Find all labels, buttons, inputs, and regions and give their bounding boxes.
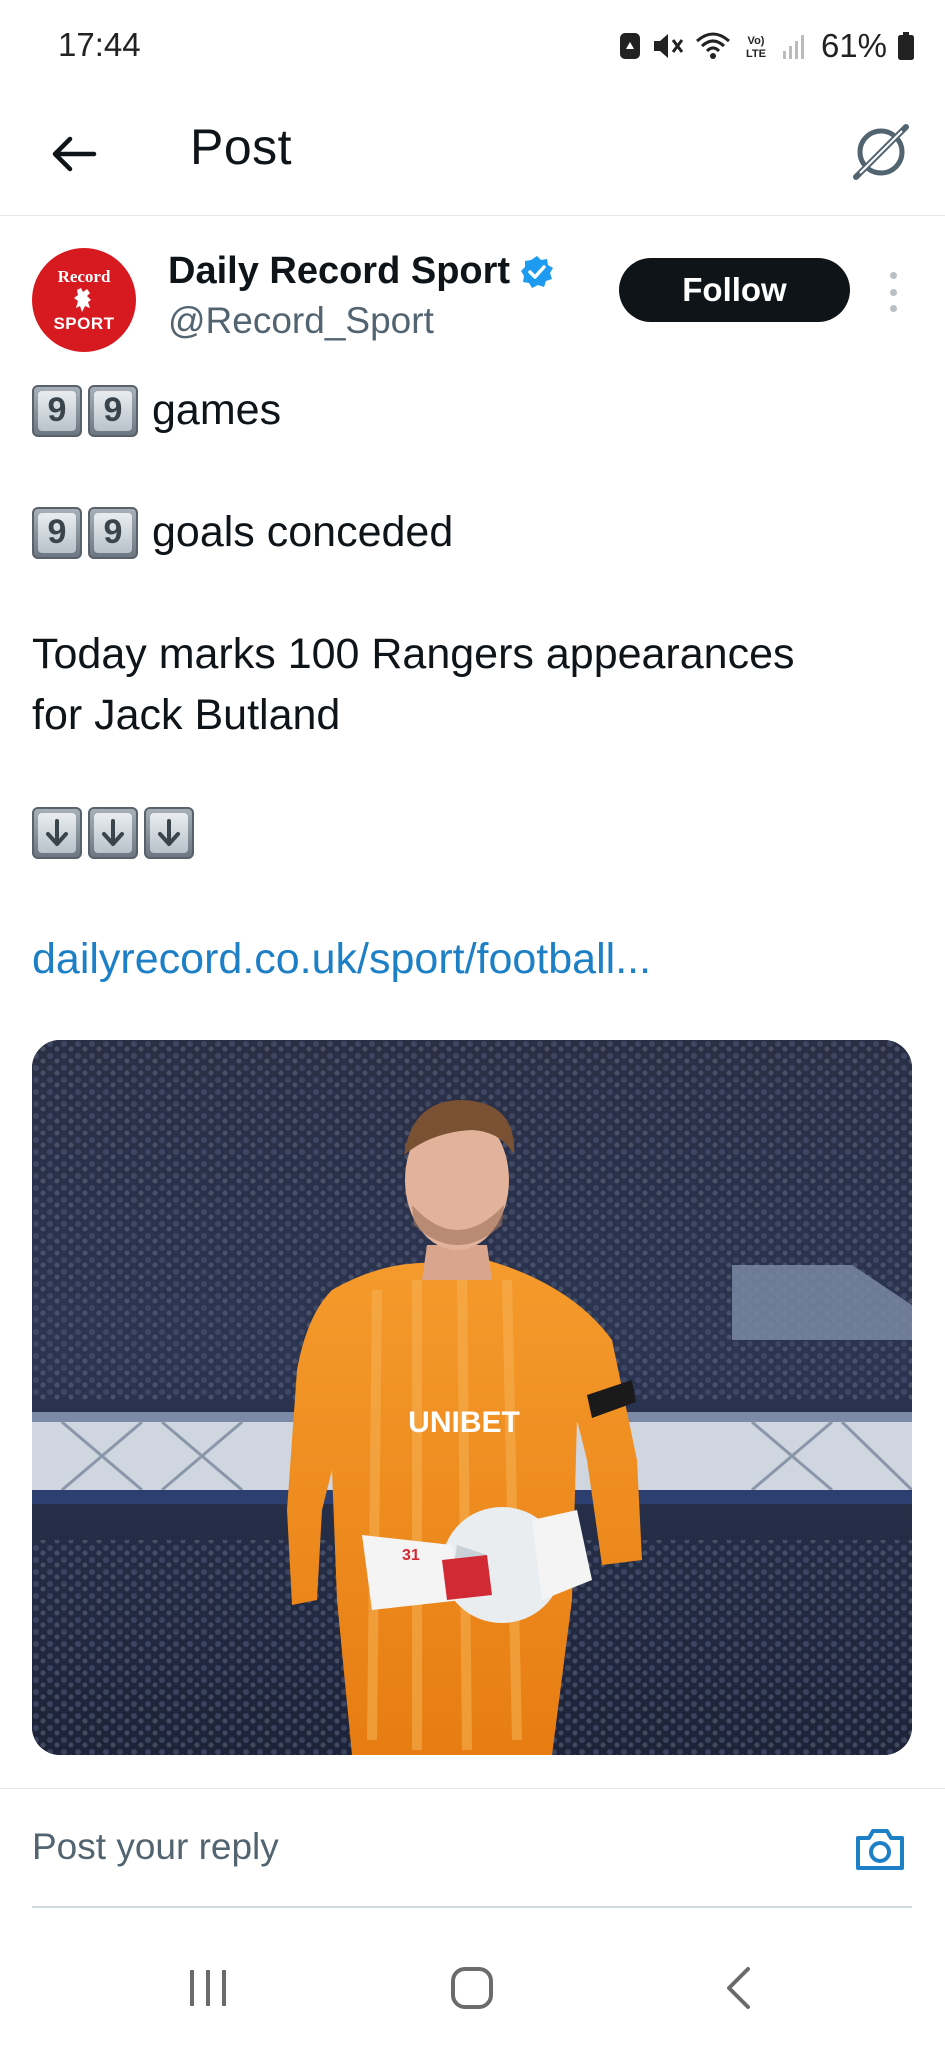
camera-button[interactable] [852,1821,908,1877]
home-icon [451,1967,493,2009]
system-nav-bar [0,1922,945,2048]
tweet-line-goals: 9 9 goals conceded [32,502,453,563]
status-bar: 17:44 Vo) LTE 61% [0,0,945,92]
nav-back-button[interactable] [708,1958,768,2018]
more-dot [889,288,897,296]
status-icons: Vo) LTE 61% [619,24,915,68]
signal-icon [782,35,804,59]
tweet-line-text: for Jack Butland [32,691,341,739]
author-handle[interactable]: @Record_Sport [168,300,434,342]
more-dot [889,305,897,312]
keycap-digit: 9 [32,384,82,437]
battery-icon [898,32,914,60]
more-dot [889,272,897,279]
back-icon [727,1967,750,2009]
author-name-text: Daily Record Sport [168,250,511,292]
author-name[interactable]: Daily Record Sport [168,250,554,293]
glove-number: 31 [402,1547,420,1564]
camera-icon [856,1829,904,1870]
wifi-icon [695,32,730,59]
back-button[interactable] [40,120,108,188]
keycap-digit: 9 [88,506,138,559]
battery-percent: 61% [820,27,887,64]
tweet-image[interactable]: UNIBET 31 [32,1040,912,1755]
down-arrow-icon [88,807,138,859]
post-header: Post [0,92,945,216]
home-button[interactable] [442,1958,502,2018]
avatar[interactable]: Record SPORT [32,248,136,352]
tweet-line-text: goals conceded [152,508,454,556]
recents-button[interactable] [178,1958,238,2018]
svg-text:LTE: LTE [746,48,766,60]
verified-badge-icon [521,255,554,288]
recents-icon [190,1970,226,2006]
volte-icon: Vo) LTE [746,35,766,60]
status-time: 17:44 [58,26,141,63]
tweet-arrows [32,807,200,859]
lion-crest-icon [74,288,91,312]
tweet-line-text: Today marks 100 Rangers appearances [32,630,795,678]
lock-badge-icon [619,33,640,59]
tweet-line-text: games [152,386,282,434]
grok-icon [853,124,909,180]
grok-button[interactable] [845,116,917,188]
mute-icon [653,34,684,58]
keycap-digit: 9 [32,506,82,559]
article-link[interactable]: dailyrecord.co.uk/sport/football... [32,929,651,990]
author-row: Record SPORT Daily Record Sport @Record_… [0,216,945,366]
arrow-left-icon [52,136,97,172]
shirt-sponsor-text: UNIBET [408,1406,520,1439]
reply-bar [0,1788,945,1906]
more-options-button[interactable] [878,272,908,312]
reply-input[interactable] [32,1819,812,1875]
follow-button[interactable]: Follow [619,258,850,322]
avatar-logo-top: Record [57,267,111,286]
down-arrow-icon [32,807,82,859]
avatar-logo-bottom: SPORT [53,314,115,333]
down-arrow-icon [144,807,194,859]
tweet-line-games: 9 9 games [32,380,281,441]
page-title: Post [190,119,293,175]
goalkeeper-photo: UNIBET 31 [32,1040,912,1755]
svg-text:Vo): Vo) [747,35,764,47]
reply-underline [32,1906,912,1908]
keycap-digit: 9 [88,384,138,437]
